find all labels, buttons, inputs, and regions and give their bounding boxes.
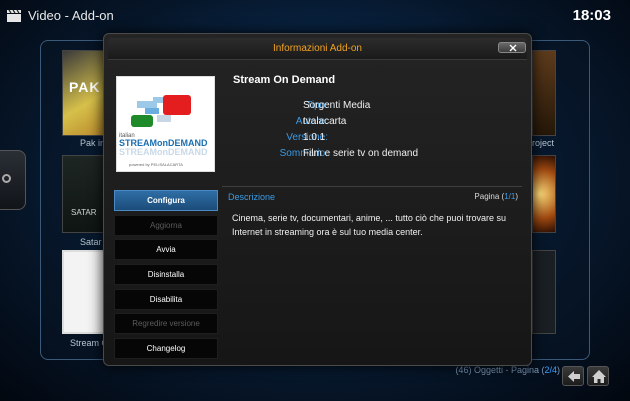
pager-prefix: (46) Oggetti - Pagina ( — [455, 365, 545, 375]
info-row-version: Versione: 1.0.1 — [233, 132, 523, 145]
description-pager: Pagina (1/1) — [474, 192, 518, 201]
info-value: 1.0.1 — [303, 132, 326, 143]
logo-text-reflection: STREAMonDEMAND — [119, 147, 208, 157]
tile-label: roject — [532, 138, 555, 148]
dialog-header: Informazioni Add-on — [108, 38, 527, 60]
logo-text-powered: powered by PELISALACARTA — [129, 162, 183, 167]
pager-suffix: ) — [515, 192, 518, 201]
addon-info-dialog: Informazioni Add-on italian STREAMonDEMA… — [103, 33, 532, 366]
pager-prefix: Pagina ( — [474, 192, 505, 201]
uninstall-button[interactable]: Disinstalla — [114, 264, 218, 286]
info-row-type: Tipo: Sorgenti Media — [233, 100, 523, 113]
tile-text: SATAR — [71, 208, 97, 217]
rollback-button[interactable]: Regredire versione — [114, 313, 218, 335]
configure-button[interactable]: Configura — [114, 190, 218, 211]
info-value: Film e serie tv on demand — [303, 148, 419, 159]
home-icon — [592, 370, 606, 383]
description-heading: Descrizione — [228, 192, 276, 202]
description-text: Cinema, serie tv, documentari, anime, ..… — [232, 213, 506, 237]
back-button[interactable] — [562, 366, 584, 386]
addon-tile-right-3[interactable] — [532, 250, 556, 334]
addon-tile-right-1[interactable] — [532, 50, 556, 136]
addon-tile-right-2[interactable] — [532, 155, 556, 233]
dialog-title: Informazioni Add-on — [273, 43, 362, 54]
side-menu-tab[interactable] — [0, 150, 26, 210]
update-button[interactable]: Aggiorna — [114, 214, 218, 236]
info-row-summary: Sommario: Film e serie tv on demand — [233, 148, 523, 161]
pager-number: 1/1 — [504, 192, 516, 201]
info-row-author: Autore: tvalacarta — [233, 116, 523, 129]
list-pager: (46) Oggetti - Pagina (2/4) — [455, 365, 560, 375]
info-value: tvalacarta — [303, 116, 347, 127]
divider — [222, 186, 522, 187]
run-button[interactable]: Avvia — [114, 239, 218, 261]
addon-thumbnail: italian STREAMonDEMAND STREAMonDEMAND po… — [116, 76, 215, 172]
side-tab-icon — [2, 174, 11, 183]
clapperboard-icon — [7, 9, 21, 22]
changelog-button[interactable]: Changelog — [114, 338, 218, 360]
clock: 18:03 — [572, 7, 611, 24]
action-menu: Configura Aggiorna Avvia Disinstalla Dis… — [114, 190, 218, 363]
window-title: Video - Add-on — [28, 8, 114, 23]
pager-suffix: ) — [557, 365, 560, 375]
tile-text: PAK — [69, 79, 101, 95]
tile-label: Satar — [80, 237, 102, 247]
close-button[interactable] — [498, 42, 526, 53]
addon-name: Stream On Demand — [233, 74, 336, 86]
pager-page: 2/4 — [544, 365, 557, 375]
disable-button[interactable]: Disabilita — [114, 288, 218, 310]
back-arrow-icon — [568, 371, 580, 382]
tile-label: Pak in — [80, 138, 106, 148]
addon-logo: italian STREAMonDEMAND STREAMonDEMAND po… — [119, 95, 208, 167]
home-button[interactable] — [587, 366, 609, 386]
info-value: Sorgenti Media — [303, 100, 371, 111]
close-icon — [509, 44, 517, 52]
top-bar: Video - Add-on 18:03 — [0, 0, 630, 34]
